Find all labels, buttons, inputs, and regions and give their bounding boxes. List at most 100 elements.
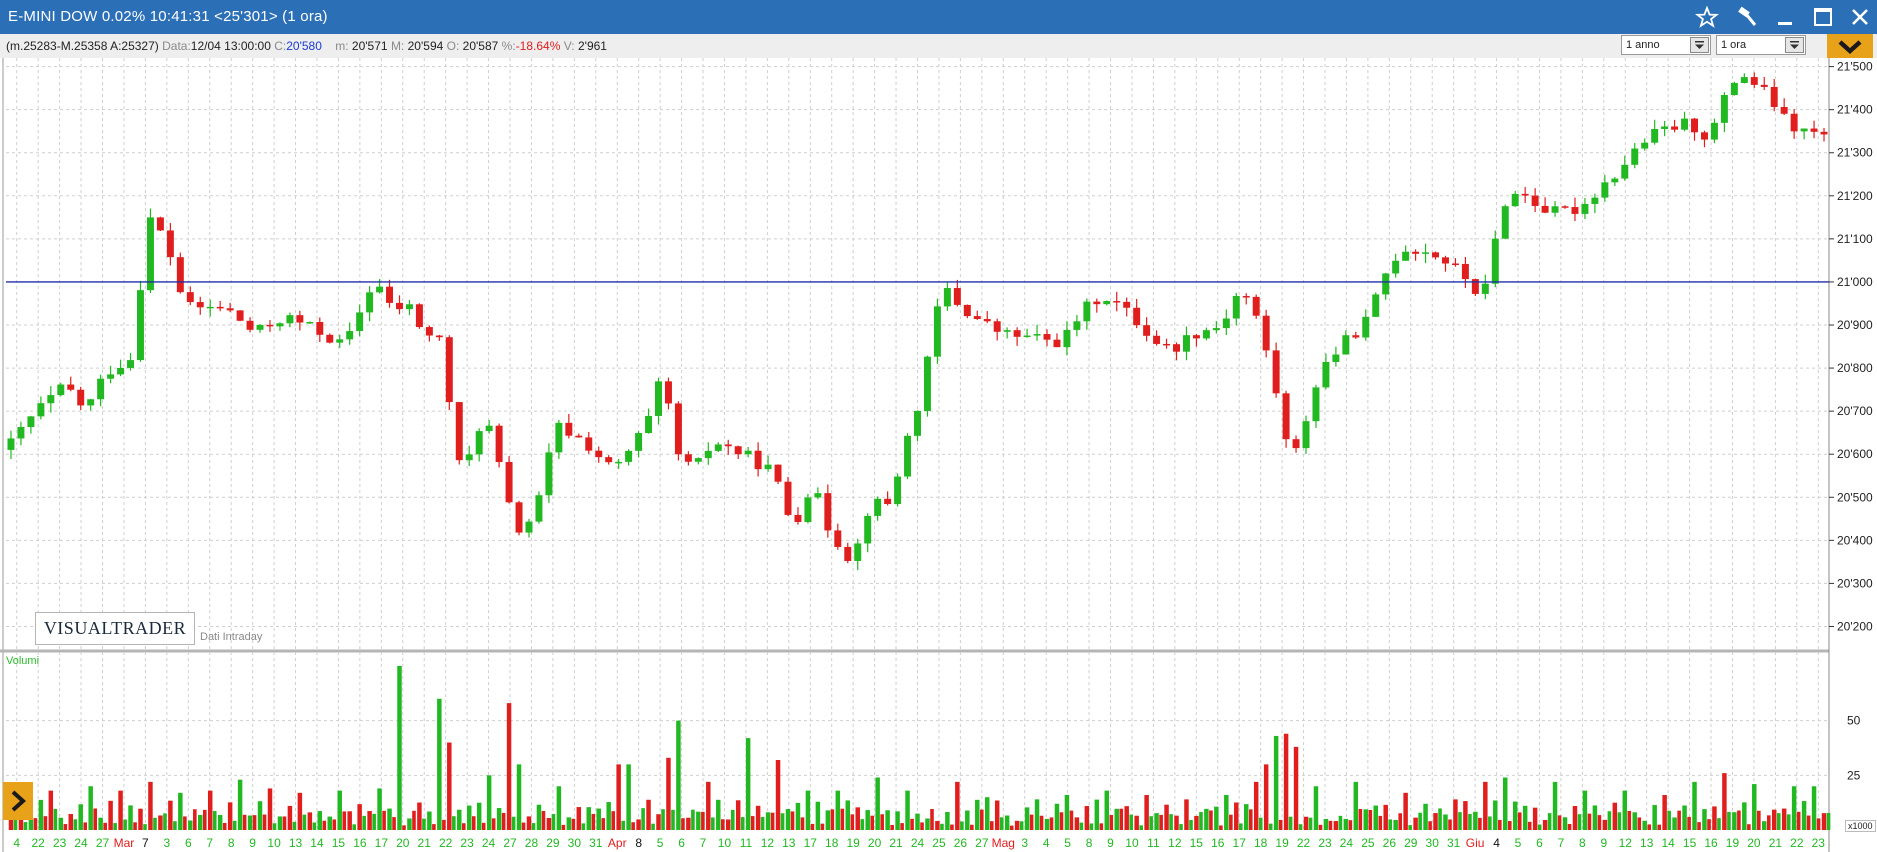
period-dropdown-icon[interactable] <box>1690 37 1709 53</box>
volume-bar <box>267 788 273 830</box>
volume-bar <box>750 816 755 830</box>
candle <box>884 498 892 504</box>
volume-bar <box>78 804 83 830</box>
volume-bar <box>207 790 213 830</box>
candle <box>625 450 633 462</box>
interval-select[interactable]: 1 ora <box>1716 35 1806 55</box>
visualtrader-logo: VISUALTRADER <box>35 612 195 645</box>
candle <box>1740 77 1748 83</box>
y-tick-label: 20'400 <box>1837 533 1873 547</box>
candle <box>276 323 284 327</box>
volume-bar <box>1288 816 1293 830</box>
candle <box>585 437 593 451</box>
volume-bar <box>88 786 93 830</box>
candle <box>1252 296 1260 316</box>
volume-bar <box>43 816 48 830</box>
volume-bar <box>1507 821 1512 830</box>
volume-bar <box>1796 811 1801 830</box>
volume-bar <box>412 810 416 830</box>
candle <box>1192 335 1200 339</box>
volume-bar <box>63 824 68 830</box>
volume-bar <box>407 818 412 830</box>
candle <box>166 230 174 258</box>
volume-bar <box>307 812 313 830</box>
candle <box>316 322 324 335</box>
interval-dropdown-icon[interactable] <box>1785 37 1804 53</box>
y-tick-label: 21'100 <box>1837 232 1873 246</box>
volume-bar <box>1478 817 1482 830</box>
candle <box>196 302 204 308</box>
candle <box>1053 339 1061 348</box>
volume-bar <box>73 819 78 830</box>
volume-bar <box>317 811 323 830</box>
volume-bar <box>1064 795 1070 830</box>
x-tick-label: 27 <box>503 836 517 850</box>
period-select-value: 1 anno <box>1626 39 1660 51</box>
volume-bar <box>1034 799 1040 830</box>
x-tick-label: 13 <box>289 836 303 850</box>
volume-bar <box>1243 804 1249 830</box>
volume-bar <box>173 821 177 830</box>
hammer-icon[interactable] <box>1734 5 1760 29</box>
candle <box>605 457 613 463</box>
volume-bar <box>1134 815 1139 830</box>
x-tick-label: 11 <box>740 836 753 850</box>
candle <box>1720 95 1728 123</box>
period-select[interactable]: 1 anno <box>1621 35 1711 55</box>
candle <box>1651 129 1659 143</box>
volume-bar <box>930 808 934 830</box>
candle <box>1541 205 1549 213</box>
volume-bar <box>292 821 297 830</box>
minimize-icon[interactable] <box>1772 5 1798 29</box>
volume-bar <box>845 800 851 830</box>
volume-bar <box>716 799 721 830</box>
scroll-right-button[interactable] <box>3 782 33 820</box>
volume-bar <box>790 811 795 830</box>
volume-bar <box>1403 792 1408 830</box>
x-tick-label: 30 <box>1426 836 1440 850</box>
volume-bar <box>546 817 552 830</box>
volume-bar <box>1463 801 1468 830</box>
volume-bar <box>646 799 651 830</box>
volume-bar <box>960 821 964 830</box>
volume-bar <box>516 764 522 830</box>
volume-bar <box>785 809 791 830</box>
volume-bar <box>860 819 865 830</box>
candle <box>635 433 643 451</box>
volume-bar <box>1627 810 1632 830</box>
candle <box>87 399 95 406</box>
star-icon[interactable] <box>1694 5 1720 29</box>
candle <box>1113 301 1121 303</box>
volume-bar <box>611 811 616 830</box>
volume-bar <box>98 817 103 830</box>
volume-bar <box>1129 814 1134 830</box>
volume-bar <box>1059 812 1064 830</box>
date-value: 12/04 13:00:00 <box>190 39 271 53</box>
price-chart[interactable]: 20'200 20'300 20'400 20'500 20'600 20'700 20'8… <box>0 58 1877 852</box>
x-tick-label: 6 <box>678 836 685 850</box>
volume-bar <box>1258 817 1263 830</box>
volume-bar <box>631 822 635 830</box>
volume-bar <box>432 824 436 830</box>
volume-bar <box>671 809 675 830</box>
candle <box>894 476 902 504</box>
volume-bar <box>377 788 382 830</box>
expand-chevron-button[interactable] <box>1827 34 1873 60</box>
candle <box>27 416 35 428</box>
volume-bar <box>33 818 38 830</box>
candle <box>1641 142 1649 149</box>
maximize-icon[interactable] <box>1810 5 1836 29</box>
candle <box>246 320 254 330</box>
volume-bar <box>462 823 466 830</box>
x-tick-label: 13 <box>1640 836 1654 850</box>
x-tick-label: 22 <box>1790 836 1804 850</box>
date-label: Data: <box>162 39 191 53</box>
candle <box>1441 257 1449 264</box>
min-label: m: <box>335 39 349 53</box>
candle <box>734 446 742 455</box>
volume-bar <box>1338 815 1343 830</box>
candle <box>1671 126 1679 130</box>
close-icon[interactable] <box>1847 5 1873 29</box>
volume-bar <box>511 816 516 830</box>
candle <box>973 316 981 320</box>
